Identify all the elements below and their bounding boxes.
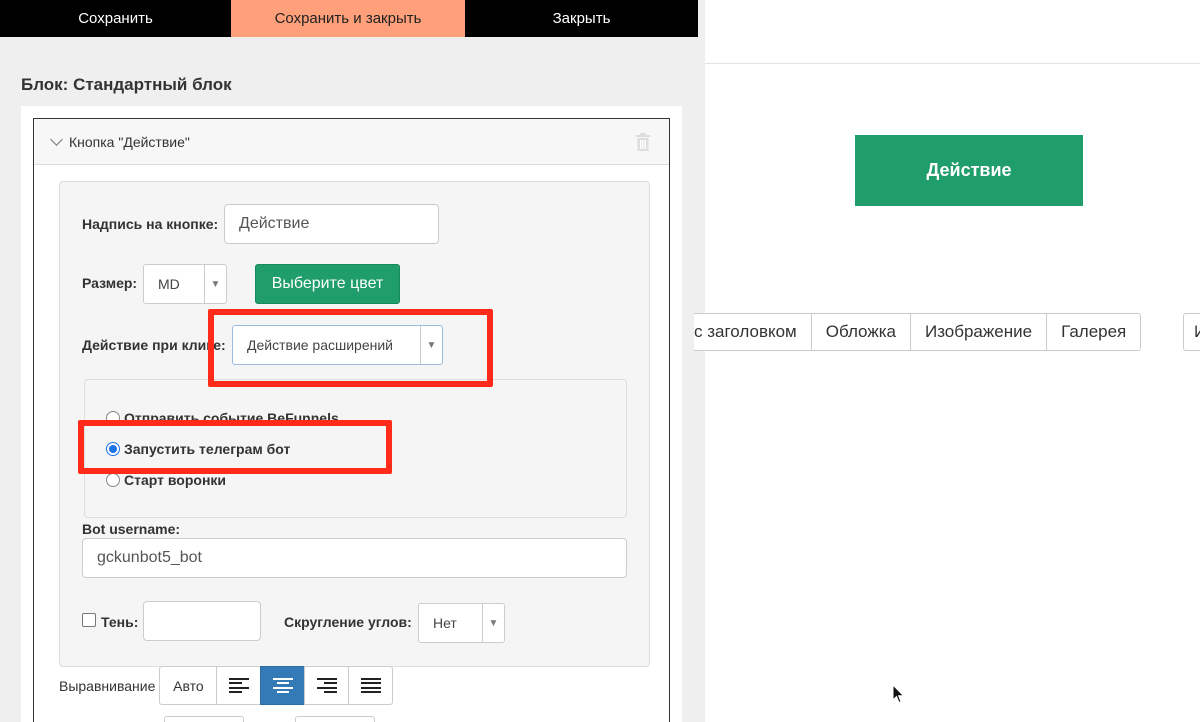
size-label: Размер: xyxy=(82,275,138,291)
block-title: Блок: Стандартный блок xyxy=(21,75,232,94)
editor-toolbar: Сохранить Сохранить и закрыть Закрыть xyxy=(0,0,698,37)
align-center-button[interactable] xyxy=(260,666,306,705)
block-editor-panel: Сохранить Сохранить и закрыть Закрыть Бл… xyxy=(0,0,705,722)
caret-down-icon: ▼ xyxy=(204,265,226,303)
mouse-cursor-icon xyxy=(892,684,905,704)
page-preview: Действие с заголовком Обложка Изображени… xyxy=(694,0,1200,722)
radio-button[interactable] xyxy=(106,411,120,425)
radio-button-selected[interactable] xyxy=(106,442,120,456)
shadow-label: Тень: xyxy=(101,614,139,630)
shadow-checkbox[interactable] xyxy=(82,613,96,627)
alignment-label: Выравнивание xyxy=(59,677,156,694)
corner-rounding-value: Нет xyxy=(433,615,457,631)
block-card: Кнопка "Действие" Надпись на кнопке: Дей… xyxy=(21,106,682,722)
radio-label: Запустить телеграм бот xyxy=(124,441,291,457)
preview-header xyxy=(705,0,1200,64)
bot-username-label: Bot username: xyxy=(82,521,181,537)
bot-username-input[interactable]: gckunbot5_bot xyxy=(82,538,627,578)
radio-button[interactable] xyxy=(106,473,120,487)
tab-partial[interactable]: И xyxy=(1183,313,1200,351)
save-button[interactable]: Сохранить xyxy=(0,0,231,37)
action-type-radio-group: Отправить событие BeFunnels Запустить те… xyxy=(84,379,627,518)
corner-rounding-label: Скругление углов: xyxy=(284,614,412,630)
save-and-close-button[interactable]: Сохранить и закрыть xyxy=(231,0,465,37)
radio-label: Старт воронки xyxy=(124,472,227,488)
radio-option-start-funnel[interactable]: Старт воронки xyxy=(106,472,226,488)
align-justify-button[interactable] xyxy=(348,666,394,705)
align-left-icon xyxy=(228,677,249,694)
caret-down-icon: ▼ xyxy=(482,604,504,642)
size-select[interactable]: MD ▼ xyxy=(143,264,227,304)
click-action-select[interactable]: Действие расширений ▼ xyxy=(232,325,443,365)
shadow-input[interactable] xyxy=(143,601,261,641)
align-right-icon xyxy=(316,677,337,694)
align-auto-button[interactable]: Авто xyxy=(159,666,218,705)
size-select-value: MD xyxy=(158,276,180,292)
align-justify-icon xyxy=(360,677,381,694)
radio-label: Отправить событие BeFunnels xyxy=(124,410,339,426)
button-text-input[interactable]: Действие xyxy=(224,204,439,244)
tab-with-heading[interactable]: с заголовком xyxy=(694,313,812,351)
partial-control[interactable] xyxy=(295,716,375,722)
button-settings-form: Надпись на кнопке: Действие Размер: MD ▼… xyxy=(59,181,650,667)
tab-image[interactable]: Изображение xyxy=(909,313,1048,351)
preview-action-button[interactable]: Действие xyxy=(855,135,1083,206)
align-right-button[interactable] xyxy=(304,666,350,705)
tab-gallery[interactable]: Галерея xyxy=(1046,313,1142,351)
partial-control[interactable] xyxy=(164,716,244,722)
accordion-action-button: Кнопка "Действие" Надпись на кнопке: Дей… xyxy=(33,118,670,722)
caret-down-icon: ▼ xyxy=(420,326,442,364)
radio-option-befunnels-event[interactable]: Отправить событие BeFunnels xyxy=(106,410,339,426)
radio-option-telegram-bot[interactable]: Запустить телеграм бот xyxy=(106,441,290,457)
tab-cover[interactable]: Обложка xyxy=(810,313,911,351)
button-text-label: Надпись на кнопке: xyxy=(82,216,219,232)
click-action-label: Действие при клике: xyxy=(82,337,226,353)
close-button[interactable]: Закрыть xyxy=(465,0,698,37)
align-center-icon xyxy=(272,677,293,694)
alignment-button-group: Авто xyxy=(159,666,394,705)
align-left-button[interactable] xyxy=(216,666,262,705)
accordion-header[interactable]: Кнопка "Действие" xyxy=(34,119,669,165)
accordion-title: Кнопка "Действие" xyxy=(69,133,190,150)
alignment-row: Выравнивание Авто xyxy=(59,666,394,705)
corner-rounding-select[interactable]: Нет ▼ xyxy=(418,603,505,643)
trash-icon[interactable] xyxy=(635,133,651,151)
click-action-select-value: Действие расширений xyxy=(247,337,394,353)
chevron-down-icon[interactable] xyxy=(50,133,63,146)
choose-color-button[interactable]: Выберите цвет xyxy=(255,264,400,304)
block-type-tabs: с заголовком Обложка Изображение Галерея xyxy=(694,313,1142,351)
